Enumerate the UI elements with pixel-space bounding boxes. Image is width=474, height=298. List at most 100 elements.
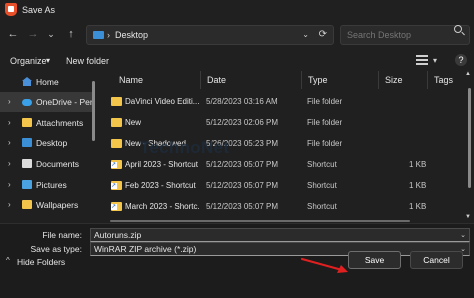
chevron-up-icon: ^ — [6, 256, 10, 265]
cloud-icon — [22, 99, 32, 106]
sidebar-item-label: Documents — [36, 159, 79, 169]
sidebar-item-label: Desktop — [36, 138, 68, 148]
address-dropdown-icon[interactable]: ⌄ — [302, 30, 309, 39]
save-type-label: Save as type: — [30, 244, 82, 254]
column-header-label: Name — [119, 75, 144, 85]
cancel-button[interactable]: Cancel — [410, 251, 463, 269]
save-button[interactable]: Save — [348, 251, 401, 269]
folder-icon — [111, 97, 122, 106]
hide-folders-button[interactable]: ^ Hide Folders — [6, 255, 76, 269]
sidebar-item-label: Wallpapers — [36, 200, 79, 210]
sidebar-item-pictures[interactable]: › Pictures — [0, 175, 95, 195]
column-header-tags[interactable]: Tags — [428, 71, 468, 89]
scroll-up-icon[interactable]: ▲ — [465, 71, 471, 77]
file-date: 5/12/2023 02:06 PM — [206, 118, 279, 127]
column-header-label: Date — [207, 75, 227, 85]
new-folder-button[interactable]: New folder — [66, 56, 109, 66]
recent-locations-chevron-icon[interactable]: ⌄ — [44, 27, 58, 41]
documents-icon — [22, 159, 32, 168]
search-input[interactable] — [340, 25, 470, 45]
chevron-right-icon[interactable]: › — [8, 159, 11, 168]
file-type: Shortcut — [307, 202, 337, 211]
file-row[interactable]: DaVinci Video Editi... 5/28/2023 03:16 A… — [103, 92, 463, 112]
file-name-label: File name: — [42, 230, 82, 240]
folder-icon — [22, 118, 32, 127]
file-type: Shortcut — [307, 181, 337, 190]
column-header-size[interactable]: Size — [379, 71, 428, 89]
file-date: 5/12/2023 05:07 PM — [206, 181, 279, 190]
file-list-scrollbar[interactable] — [468, 78, 471, 218]
file-name-field[interactable]: Autoruns.zip ⌄ — [90, 228, 470, 242]
sidebar-item-label: Attachments — [36, 118, 84, 128]
scroll-down-icon[interactable]: ▼ — [465, 214, 471, 220]
folder-icon — [111, 139, 122, 148]
help-icon[interactable]: ? — [455, 54, 467, 66]
file-date: 5/28/2023 03:16 AM — [206, 97, 278, 106]
organize-chevron-icon[interactable]: ▾ — [46, 56, 50, 65]
navigation-pane: Home › OneDrive - Perso › Attachments › … — [0, 71, 95, 223]
sidebar-scrollbar[interactable] — [92, 71, 95, 223]
file-date: 5/12/2023 05:07 PM — [206, 160, 279, 169]
column-header-label: Type — [308, 75, 328, 85]
file-type: File folder — [307, 118, 343, 127]
chevron-right-icon[interactable]: › — [8, 180, 11, 189]
watermark: TechnoNet — [140, 138, 230, 157]
chevron-right-icon[interactable]: › — [8, 138, 11, 147]
file-type: File folder — [307, 97, 343, 106]
sidebar-item-documents[interactable]: › Documents — [0, 154, 95, 174]
column-header-label: Size — [385, 75, 403, 85]
folder-icon — [22, 200, 32, 209]
command-toolbar: Organize ▾ New folder ▾ ? — [0, 51, 474, 71]
column-header-name[interactable]: Name — [113, 71, 201, 89]
search-icon[interactable] — [454, 25, 462, 33]
title-bar: Save As — [0, 0, 474, 20]
file-name: April 2023 - Shortcut — [125, 160, 198, 169]
sidebar-scroll-thumb[interactable] — [92, 81, 95, 141]
folder-icon — [111, 118, 122, 127]
home-icon — [22, 77, 32, 86]
file-row[interactable]: April 2023 - Shortcut 5/12/2023 05:07 PM… — [103, 155, 463, 175]
sidebar-item-wallpapers[interactable]: › Wallpapers — [0, 195, 95, 215]
file-size: 1 KB — [409, 181, 427, 190]
column-header-label: Tags — [434, 75, 454, 85]
sidebar-item-desktop[interactable]: › Desktop — [0, 133, 95, 153]
red-arrow-annotation — [300, 257, 348, 273]
file-size: 1 KB — [409, 160, 427, 169]
chevron-down-icon[interactable]: ⌄ — [460, 231, 466, 239]
up-arrow-icon[interactable]: ↑ — [64, 27, 78, 41]
chevron-right-icon[interactable]: › — [8, 200, 11, 209]
file-row[interactable]: Feb 2023 - Shortcut 5/12/2023 05:07 PM S… — [103, 176, 463, 196]
file-date: 5/12/2023 05:07 PM — [206, 202, 279, 211]
back-arrow-icon[interactable]: ← — [6, 27, 20, 41]
view-options-icon[interactable] — [416, 55, 428, 65]
sidebar-item-attachments[interactable]: › Attachments — [0, 113, 95, 133]
file-row[interactable]: March 2023 - Shortc... 5/12/2023 05:07 P… — [103, 197, 463, 217]
sidebar-item-home[interactable]: Home — [0, 72, 95, 92]
save-form: File name: Autoruns.zip ⌄ Save as type: … — [0, 223, 474, 298]
sidebar-item-label: Pictures — [36, 180, 67, 190]
horizontal-scroll-thumb[interactable] — [110, 220, 410, 222]
view-chevron-icon[interactable]: ▾ — [433, 56, 437, 65]
pictures-icon — [22, 180, 32, 189]
forward-arrow-icon[interactable]: → — [26, 27, 40, 41]
file-type: File folder — [307, 139, 343, 148]
column-header-type[interactable]: Type — [302, 71, 379, 89]
file-row[interactable]: New 5/12/2023 02:06 PM File folder — [103, 113, 463, 133]
address-bar[interactable]: › Desktop ⌄ ⟳ — [86, 25, 334, 45]
navigation-bar: ← → ⌄ ↑ › Desktop ⌄ ⟳ — [0, 20, 474, 51]
column-header-date[interactable]: Date — [201, 71, 302, 89]
address-text[interactable]: Desktop — [115, 30, 148, 40]
file-name: Feb 2023 - Shortcut — [125, 181, 196, 190]
chevron-right-icon[interactable]: › — [8, 118, 11, 127]
shortcut-folder-icon — [111, 160, 122, 169]
window-title: Save As — [22, 5, 56, 15]
desktop-folder-icon — [93, 31, 104, 39]
file-name: March 2023 - Shortc... — [125, 202, 199, 211]
file-name: New — [125, 118, 142, 127]
sidebar-item-onedrive[interactable]: › OneDrive - Perso — [0, 92, 95, 112]
chevron-right-icon[interactable]: › — [8, 97, 11, 106]
organize-button[interactable]: Organize — [10, 56, 47, 66]
file-list-scroll-thumb[interactable] — [468, 88, 471, 188]
refresh-icon[interactable]: ⟳ — [319, 29, 327, 40]
brave-app-icon — [5, 3, 17, 16]
